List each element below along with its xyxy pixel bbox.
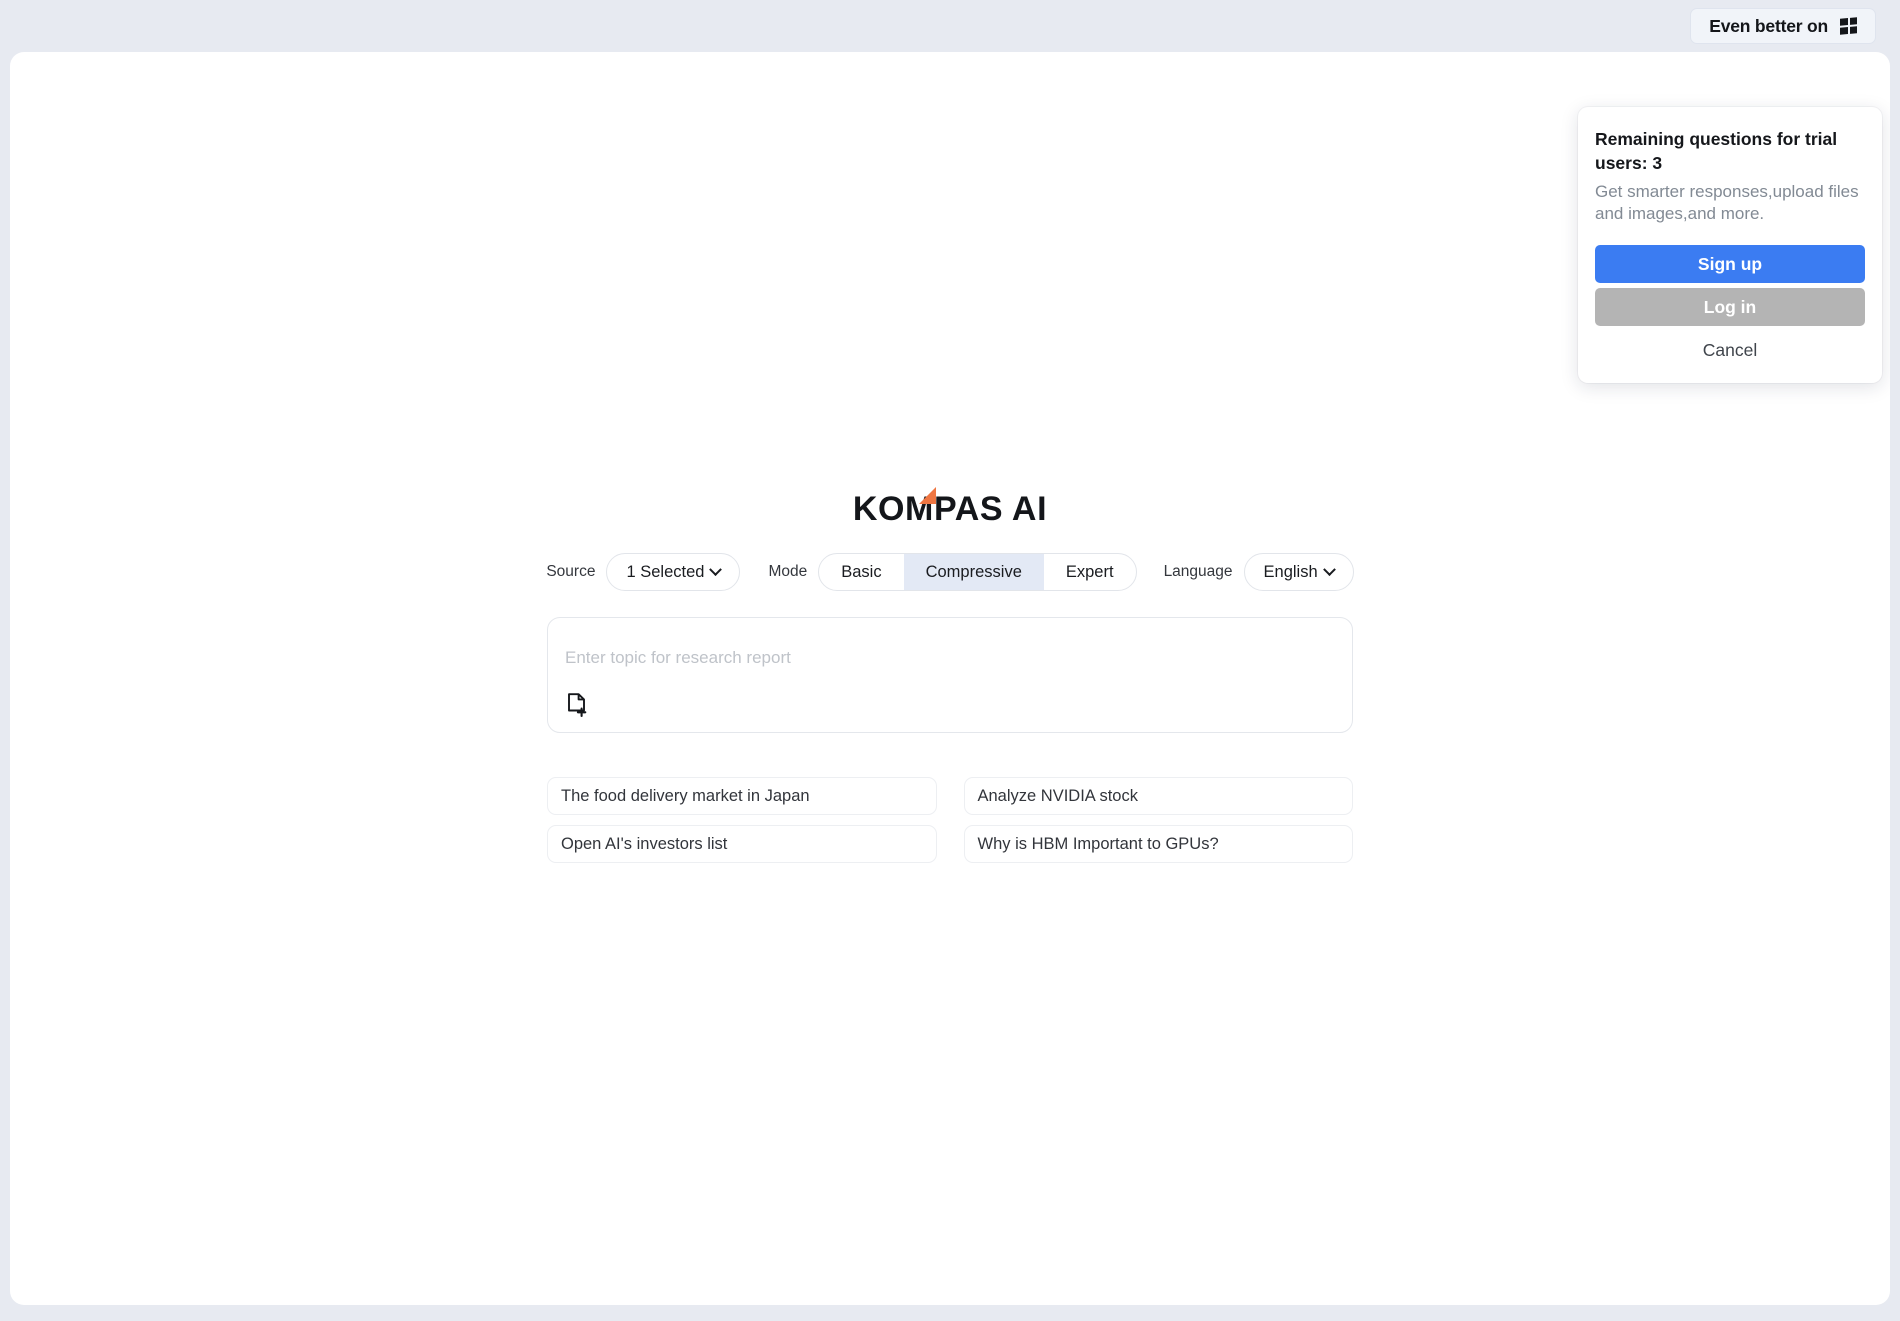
- suggestions-grid: The food delivery market in Japan Analyz…: [547, 777, 1353, 863]
- source-dropdown-value: 1 Selected: [626, 562, 705, 581]
- suggestion-chip[interactable]: Open AI's investors list: [547, 825, 937, 863]
- mode-option-compressive[interactable]: Compressive: [903, 554, 1044, 590]
- chevron-down-icon: [1322, 562, 1336, 576]
- chevron-down-icon: [709, 562, 723, 576]
- cancel-button[interactable]: Cancel: [1595, 331, 1865, 369]
- log-in-button[interactable]: Log in: [1595, 288, 1865, 327]
- trial-popup-title: Remaining questions for trial users: 3: [1595, 129, 1838, 174]
- source-group: Source 1 Selected: [546, 553, 741, 591]
- source-label: Source: [546, 563, 596, 580]
- prompt-box: [547, 617, 1353, 733]
- source-dropdown[interactable]: 1 Selected: [606, 553, 741, 591]
- research-topic-input[interactable]: [565, 648, 1335, 668]
- language-group: Language English: [1164, 553, 1354, 591]
- trial-popup: Remaining questions for trial users: 3 G…: [1578, 107, 1882, 384]
- brand-logo: KOMPAS AI: [852, 487, 1048, 528]
- mode-group: Mode Basic Compressive Expert: [768, 553, 1137, 591]
- brand-logo-text: KOMPAS AI: [852, 490, 1048, 528]
- file-add-icon[interactable]: [565, 691, 591, 719]
- app-card: KOMPAS AI Source 1 Selected Mode Basic C…: [10, 52, 1890, 1305]
- trial-popup-description: Get smarter responses,upload files and i…: [1595, 182, 1859, 224]
- windows-logo-icon: [1840, 17, 1857, 35]
- brand-accent-triangle-icon: [918, 487, 936, 504]
- top-strip: Even better on: [0, 0, 1900, 52]
- mode-option-expert[interactable]: Expert: [1044, 554, 1136, 590]
- suggestion-chip[interactable]: The food delivery market in Japan: [547, 777, 937, 815]
- promo-even-better-on-button[interactable]: Even better on: [1690, 8, 1876, 44]
- controls-row: Source 1 Selected Mode Basic Compressive…: [546, 553, 1354, 591]
- mode-option-basic[interactable]: Basic: [819, 554, 903, 590]
- language-dropdown[interactable]: English: [1243, 553, 1354, 591]
- suggestion-chip[interactable]: Why is HBM Important to GPUs?: [963, 825, 1353, 863]
- promo-button-label: Even better on: [1709, 15, 1828, 36]
- language-label: Language: [1163, 563, 1233, 580]
- mode-label: Mode: [768, 563, 808, 580]
- suggestion-chip[interactable]: Analyze NVIDIA stock: [963, 777, 1353, 815]
- language-dropdown-value: English: [1263, 562, 1318, 581]
- mode-segmented-control: Basic Compressive Expert: [818, 553, 1137, 591]
- sign-up-button[interactable]: Sign up: [1595, 245, 1865, 284]
